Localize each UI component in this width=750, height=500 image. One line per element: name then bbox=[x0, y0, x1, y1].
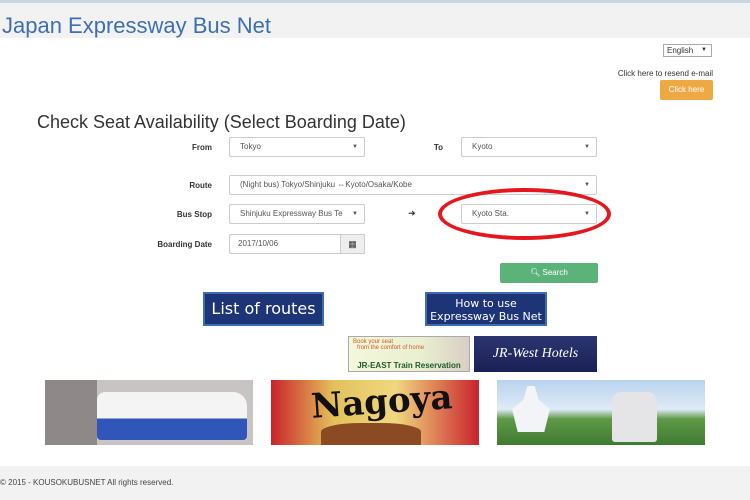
search-button[interactable]: 🔍︎ Search bbox=[500, 263, 598, 283]
caret-down-icon: ▼ bbox=[352, 144, 358, 150]
jreast-line2: from the comfort of home bbox=[357, 345, 425, 351]
busstop-from-value: Shinjuku Expressway Bus Te bbox=[240, 209, 343, 218]
from-label: From bbox=[192, 143, 212, 152]
to-label: To bbox=[433, 143, 443, 152]
resend-button[interactable]: Click here bbox=[660, 80, 713, 100]
how-to-use-banner[interactable]: How to use Expressway Bus Net bbox=[425, 292, 547, 326]
howto-line1: How to use bbox=[455, 297, 517, 310]
footer-copyright: © 2015 - KOUSOKUBUSNET All rights reserv… bbox=[0, 478, 174, 487]
arrow-right-icon: ➜ bbox=[408, 208, 416, 218]
jreast-line1: Book your seat bbox=[353, 339, 394, 345]
site-logo[interactable]: Japan Expressway Bus Net bbox=[2, 13, 271, 39]
caret-down-icon: ▼ bbox=[584, 182, 590, 188]
from-select[interactable]: Tokyo ▼ bbox=[229, 137, 365, 157]
jr-west-hotels-banner[interactable]: JR-West Hotels bbox=[474, 336, 597, 372]
route-value: (Night bus) Tokyo/Shinjuku ⇔Kyoto/Osaka/… bbox=[240, 180, 412, 189]
calendar-icon: ▦ bbox=[348, 239, 357, 249]
route-label: Route bbox=[189, 181, 212, 190]
page-title: Check Seat Availability (Select Boarding… bbox=[37, 112, 406, 132]
from-value: Tokyo bbox=[240, 142, 261, 151]
calendar-button[interactable]: ▦ bbox=[340, 234, 365, 254]
list-of-routes-banner[interactable]: List of routes bbox=[203, 292, 324, 326]
date-value: 2017/10/06 bbox=[238, 239, 279, 248]
caret-down-icon: ▼ bbox=[352, 211, 358, 217]
search-label: Search bbox=[542, 268, 568, 277]
nagoya-photo[interactable]: Nagoya bbox=[271, 380, 479, 445]
jreast-title: JR-EAST Train Reservation bbox=[357, 361, 461, 370]
top-border bbox=[0, 0, 750, 3]
to-value: Kyoto bbox=[472, 142, 493, 151]
busstop-label: Bus Stop bbox=[176, 210, 212, 219]
highlight-circle bbox=[438, 188, 611, 240]
date-input[interactable]: 2017/10/06 bbox=[229, 234, 341, 254]
nagoya-logo: Nagoya bbox=[309, 380, 454, 427]
caret-down-icon: ▼ bbox=[701, 47, 707, 53]
caret-down-icon: ▼ bbox=[584, 144, 590, 150]
bus-photo[interactable] bbox=[45, 380, 253, 445]
search-icon: 🔍︎ bbox=[530, 268, 541, 277]
busstop-from-select[interactable]: Shinjuku Expressway Bus Te ▼ bbox=[229, 204, 365, 224]
jr-east-banner[interactable]: Book your seat from the comfort of home … bbox=[348, 336, 470, 372]
to-select[interactable]: Kyoto ▼ bbox=[461, 137, 597, 157]
date-label: Boarding Date bbox=[157, 240, 212, 249]
resend-text: Click here to resend e-mail bbox=[617, 69, 713, 78]
castle-bus-photo[interactable] bbox=[497, 380, 705, 445]
language-select[interactable]: English ▼ bbox=[663, 44, 712, 57]
language-value: English bbox=[667, 46, 694, 55]
howto-line2: Expressway Bus Net bbox=[430, 310, 542, 323]
